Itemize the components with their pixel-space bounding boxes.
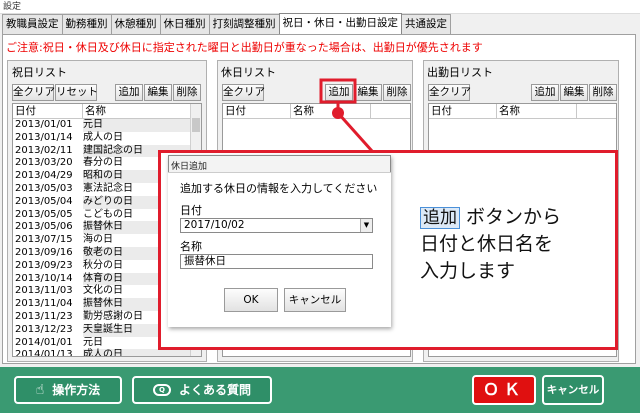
callout-line-3: 入力します — [420, 260, 516, 282]
connector-line-diagonal — [336, 111, 374, 153]
callout-line-2: 日付と休日名を — [420, 233, 554, 255]
dialog-ok-button[interactable]: OK — [224, 288, 278, 312]
add-button-highlight — [319, 78, 357, 104]
name-input[interactable]: 振替休日 — [180, 254, 373, 269]
howto-button[interactable]: ☝ 操作方法 — [14, 376, 122, 404]
date-label: 日付 — [180, 204, 202, 217]
hand-pointer-icon: ☝ — [35, 382, 45, 398]
dialog-title: 休日追加 — [171, 162, 208, 172]
ok-button[interactable]: ＯＫ — [472, 375, 536, 405]
dialog-cancel-button[interactable]: キャンセル — [284, 288, 346, 312]
date-select[interactable]: 2017/10/02 ▼ — [180, 218, 373, 233]
connector-dot — [332, 107, 344, 119]
callout-line-1: 追加 ボタンから — [420, 204, 561, 230]
dialog-prompt: 追加する休日の情報を入力してください — [180, 182, 378, 195]
faq-button[interactable]: Q よくある質問 — [132, 376, 272, 404]
callout-add-chip: 追加 — [420, 207, 460, 229]
cancel-button[interactable]: キャンセル — [542, 375, 604, 405]
date-value: 2017/10/02 — [184, 219, 245, 231]
name-label: 名称 — [180, 240, 202, 253]
chat-bubble-icon: Q — [152, 384, 171, 396]
chevron-down-icon[interactable]: ▼ — [360, 219, 372, 232]
